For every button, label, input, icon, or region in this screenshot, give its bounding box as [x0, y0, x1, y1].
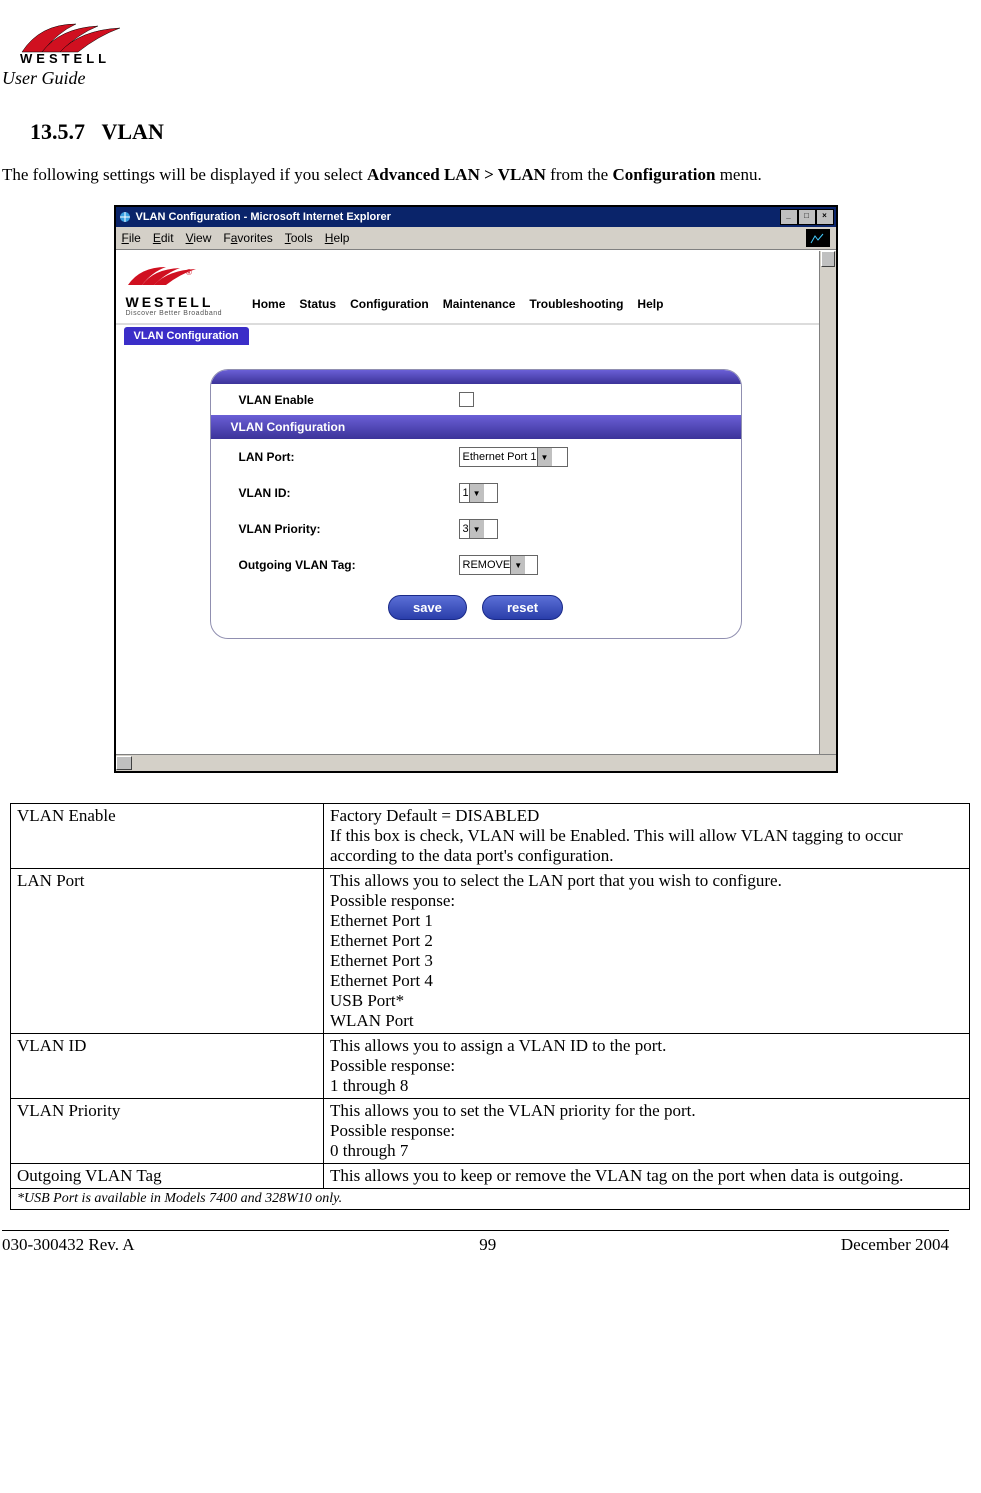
outgoing-tag-value: REMOVE: [463, 559, 511, 571]
nav-status[interactable]: Status: [299, 297, 336, 311]
save-button[interactable]: save: [388, 595, 467, 620]
param-desc: This allows you to set the VLAN priority…: [324, 1099, 970, 1164]
menu-file[interactable]: File: [122, 231, 141, 245]
section-title-text: VLAN: [102, 119, 164, 144]
page-footer: 030-300432 Rev. A 99 December 2004: [2, 1230, 949, 1255]
param-name: VLAN ID: [11, 1034, 324, 1099]
intro-bold1: Advanced LAN > VLAN: [367, 165, 546, 184]
browser-menubar: File Edit View Favorites Tools Help: [116, 227, 836, 250]
nav-maintenance[interactable]: Maintenance: [443, 297, 516, 311]
table-footnote: *USB Port is available in Models 7400 an…: [11, 1189, 970, 1210]
outgoing-tag-select[interactable]: REMOVE ▼: [459, 555, 538, 575]
section-number: 13.5.7: [30, 119, 85, 144]
minimize-button[interactable]: _: [780, 209, 798, 225]
table-row: VLAN Enable Factory Default = DISABLED I…: [11, 804, 970, 869]
page-logo: ® WESTELL Discover Better Broadband: [126, 263, 223, 317]
ie-app-icon: [118, 210, 132, 224]
vlan-priority-select[interactable]: 3 ▼: [459, 519, 498, 539]
subnav: VLAN Configuration: [124, 327, 836, 345]
ie-throbber-icon: [806, 229, 830, 247]
chevron-down-icon: ▼: [537, 448, 552, 466]
westell-swoosh-icon: WESTELL: [20, 20, 130, 64]
table-row: LAN Port This allows you to select the L…: [11, 869, 970, 1034]
menu-favorites[interactable]: Favorites: [223, 231, 272, 245]
vlan-id-label: VLAN ID:: [239, 486, 459, 500]
close-button[interactable]: ×: [816, 209, 834, 225]
table-row: VLAN Priority This allows you to set the…: [11, 1099, 970, 1164]
vlan-enable-checkbox[interactable]: [459, 392, 474, 407]
section-intro: The following settings will be displayed…: [2, 165, 951, 185]
parameters-table: VLAN Enable Factory Default = DISABLED I…: [10, 803, 970, 1210]
reset-button[interactable]: reset: [482, 595, 563, 620]
param-desc: This allows you to keep or remove the VL…: [324, 1164, 970, 1189]
param-name: LAN Port: [11, 869, 324, 1034]
footer-page-number: 99: [479, 1235, 496, 1255]
logo-brand-text: WESTELL: [20, 51, 110, 64]
browser-content: ® WESTELL Discover Better Broadband Home…: [116, 250, 836, 771]
table-row: Outgoing VLAN Tag This allows you to kee…: [11, 1164, 970, 1189]
nav-troubleshooting[interactable]: Troubleshooting: [529, 297, 623, 311]
intro-prefix: The following settings will be displayed…: [2, 165, 367, 184]
page-logo-brand: WESTELL: [126, 294, 223, 310]
user-guide-label: User Guide: [2, 68, 951, 89]
maximize-button[interactable]: □: [798, 209, 816, 225]
param-name: Outgoing VLAN Tag: [11, 1164, 324, 1189]
browser-window: VLAN Configuration - Microsoft Internet …: [114, 205, 838, 773]
intro-mid: from the: [546, 165, 613, 184]
param-desc: This allows you to assign a VLAN ID to t…: [324, 1034, 970, 1099]
vertical-scrollbar[interactable]: [819, 251, 836, 755]
table-footnote-row: *USB Port is available in Models 7400 an…: [11, 1189, 970, 1210]
intro-bold2: Configuration: [612, 165, 715, 184]
footer-left: 030-300432 Rev. A: [2, 1235, 135, 1255]
lan-port-value: Ethernet Port 1: [463, 451, 537, 463]
menu-edit[interactable]: Edit: [153, 231, 174, 245]
vlan-priority-label: VLAN Priority:: [239, 522, 459, 536]
table-row: VLAN ID This allows you to assign a VLAN…: [11, 1034, 970, 1099]
nav-home[interactable]: Home: [252, 297, 285, 311]
card-top-bar: [211, 370, 741, 384]
nav-configuration[interactable]: Configuration: [350, 297, 429, 311]
subnav-vlan-configuration[interactable]: VLAN Configuration: [124, 327, 249, 345]
vlan-config-card: VLAN Enable VLAN Configuration LAN Port:…: [210, 369, 742, 639]
page-header: ® WESTELL Discover Better Broadband Home…: [116, 251, 836, 325]
intro-suffix: menu.: [715, 165, 761, 184]
section-heading: 13.5.7 VLAN: [30, 119, 951, 145]
vlan-id-select[interactable]: 1 ▼: [459, 483, 498, 503]
footer-right: December 2004: [841, 1235, 949, 1255]
main-nav: Home Status Configuration Maintenance Tr…: [252, 297, 663, 317]
card-section-header: VLAN Configuration: [211, 415, 741, 439]
doc-header-logo: WESTELL: [20, 20, 951, 64]
lan-port-label: LAN Port:: [239, 450, 459, 464]
page-logo-tagline: Discover Better Broadband: [126, 310, 223, 317]
westell-swoosh-icon: ®: [126, 263, 204, 291]
param-desc: This allows you to select the LAN port t…: [324, 869, 970, 1034]
chevron-down-icon: ▼: [469, 520, 484, 538]
nav-help[interactable]: Help: [637, 297, 663, 311]
outgoing-tag-label: Outgoing VLAN Tag:: [239, 558, 459, 572]
chevron-down-icon: ▼: [510, 556, 525, 574]
menu-view[interactable]: View: [186, 231, 212, 245]
svg-text:®: ®: [186, 268, 192, 277]
param-name: VLAN Priority: [11, 1099, 324, 1164]
param-name: VLAN Enable: [11, 804, 324, 869]
chevron-down-icon: ▼: [469, 484, 484, 502]
param-desc: Factory Default = DISABLED If this box i…: [324, 804, 970, 869]
horizontal-scrollbar[interactable]: [116, 754, 836, 771]
menu-tools[interactable]: Tools: [285, 231, 313, 245]
vlan-enable-label: VLAN Enable: [239, 393, 459, 407]
window-titlebar: VLAN Configuration - Microsoft Internet …: [116, 207, 836, 227]
lan-port-select[interactable]: Ethernet Port 1 ▼: [459, 447, 568, 467]
menu-help[interactable]: Help: [325, 231, 350, 245]
window-title: VLAN Configuration - Microsoft Internet …: [136, 211, 391, 223]
